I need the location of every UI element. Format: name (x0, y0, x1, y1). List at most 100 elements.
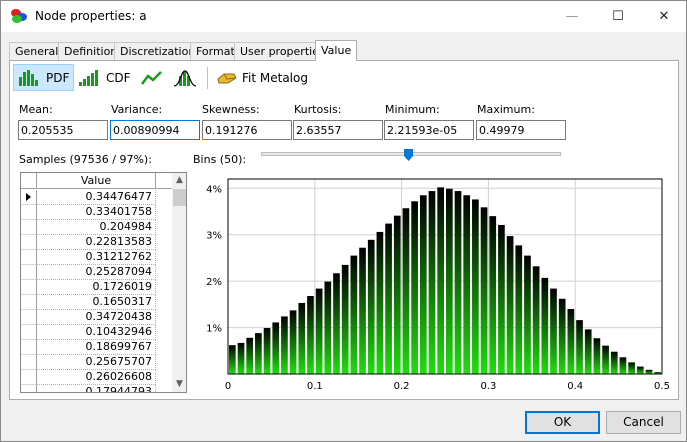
row-header[interactable] (21, 355, 37, 370)
histogram-bar (402, 208, 410, 374)
table-row[interactable]: 0.22813583 (21, 235, 173, 250)
histogram-bar (489, 216, 497, 374)
row-header[interactable] (21, 250, 37, 265)
histogram-bar (385, 223, 392, 374)
bell-curve-icon (173, 69, 197, 87)
histogram-bar (480, 207, 488, 374)
histogram-chart: 1% 2% 3% 4% 0 0.1 0.2 0.3 0.4 0.5 (193, 172, 670, 396)
sample-value-cell[interactable]: 0.22813583 (37, 235, 156, 250)
row-header[interactable] (21, 370, 37, 385)
table-row[interactable]: 0.33401758 (21, 205, 173, 220)
minimum-field[interactable] (384, 120, 474, 140)
pdf-bars-icon (19, 69, 38, 86)
mean-field[interactable] (18, 120, 108, 140)
tab-discretization[interactable]: Discretization (114, 42, 202, 60)
row-header[interactable] (21, 325, 37, 340)
sample-value-cell[interactable]: 0.34476477 (37, 190, 156, 205)
title-bar[interactable]: Node properties: a — ☐ ✕ (1, 1, 686, 32)
minimum-label: Minimum: (385, 103, 440, 116)
row-header[interactable] (21, 385, 37, 392)
samples-grid[interactable]: Value 0.34476477 0.33401758 0.204984 0.2281… (20, 172, 187, 393)
variance-field[interactable] (110, 120, 200, 140)
histogram-bar (341, 264, 349, 374)
pdf-button[interactable]: PDF (13, 64, 75, 91)
histogram-bar (619, 357, 627, 374)
table-row[interactable]: 0.17944793 (21, 385, 173, 392)
sample-value-cell[interactable]: 0.1726019 (37, 280, 156, 295)
sample-value-cell[interactable]: 0.31212762 (37, 250, 156, 265)
table-row[interactable]: 0.204984 (21, 220, 173, 235)
current-row-icon (26, 193, 31, 201)
tab-value[interactable]: Value (315, 40, 358, 61)
mean-label: Mean: (19, 103, 53, 116)
maximum-field[interactable] (476, 120, 566, 140)
table-row[interactable]: 0.34476477 (21, 190, 173, 205)
maximize-button[interactable]: ☐ (595, 1, 641, 32)
y-tick-label: 2% (206, 277, 222, 288)
fit-metalog-label: Fit Metalog (242, 70, 308, 85)
sample-value-cell[interactable]: 0.18699767 (37, 340, 156, 355)
bins-slider-thumb[interactable] (403, 149, 413, 161)
sample-value-cell[interactable]: 0.33401758 (37, 205, 156, 220)
table-row[interactable]: 0.10432946 (21, 325, 173, 340)
table-row[interactable]: 0.25287094 (21, 265, 173, 280)
sample-value-cell[interactable]: 0.10432946 (37, 325, 156, 340)
table-row[interactable]: 0.31212762 (21, 250, 173, 265)
sample-value-cell[interactable]: 0.204984 (37, 220, 156, 235)
bell-curve-button[interactable] (169, 64, 201, 91)
table-row[interactable]: 0.25675707 (21, 355, 173, 370)
sample-value-cell[interactable]: 0.25287094 (37, 265, 156, 280)
cdf-button[interactable]: CDF (74, 64, 135, 91)
histogram-bar (515, 245, 523, 374)
histogram-bar (576, 320, 583, 374)
row-header[interactable] (21, 310, 37, 325)
histogram-bar (246, 337, 254, 374)
scroll-down-icon[interactable]: ▼ (172, 377, 186, 392)
kurtosis-field[interactable] (293, 120, 383, 140)
scroll-thumb[interactable] (173, 189, 186, 206)
table-row[interactable]: 0.18699767 (21, 340, 173, 355)
toolbar-separator (207, 67, 208, 89)
ok-button[interactable]: OK (525, 411, 600, 434)
histogram-bar (359, 247, 366, 374)
y-tick-label: 3% (206, 231, 222, 242)
variance-label: Variance: (111, 103, 163, 116)
sample-value-cell[interactable]: 0.34720438 (37, 310, 156, 325)
samples-scrollbar[interactable]: ▲ ▼ (172, 173, 186, 392)
skewness-field[interactable] (202, 120, 292, 140)
histogram-bar (393, 215, 401, 374)
line-chart-button[interactable] (136, 64, 168, 91)
histogram-bar (446, 188, 453, 374)
table-row[interactable]: 0.1726019 (21, 280, 173, 295)
row-header[interactable] (21, 295, 37, 310)
scroll-up-icon[interactable]: ▲ (172, 173, 186, 188)
y-tick-label: 1% (206, 324, 222, 335)
sample-value-cell[interactable]: 0.25675707 (37, 355, 156, 370)
table-row[interactable]: 0.1650317 (21, 295, 173, 310)
row-header[interactable] (21, 235, 37, 250)
histogram-bar (367, 239, 375, 374)
histogram-bar (636, 366, 644, 374)
close-button[interactable]: ✕ (641, 1, 687, 32)
fit-metalog-button[interactable]: Fit Metalog (212, 64, 312, 91)
row-header[interactable] (21, 190, 37, 205)
histogram-bar (428, 191, 436, 374)
histogram-bar (532, 266, 540, 374)
histogram-bar (645, 369, 653, 374)
table-row[interactable]: 0.34720438 (21, 310, 173, 325)
table-row[interactable]: 0.26026608 (21, 370, 173, 385)
row-header[interactable] (21, 280, 37, 295)
row-header[interactable] (21, 220, 37, 235)
row-header[interactable] (21, 205, 37, 220)
cancel-button[interactable]: Cancel (606, 411, 681, 434)
sample-value-cell[interactable]: 0.17944793 (37, 385, 156, 392)
value-column-header[interactable]: Value (37, 173, 156, 189)
row-header[interactable] (21, 265, 37, 280)
sample-value-cell[interactable]: 0.1650317 (37, 295, 156, 310)
tab-general[interactable]: General (9, 42, 65, 60)
x-tick-label: 0.3 (480, 381, 496, 392)
row-header[interactable] (21, 340, 37, 355)
sample-value-cell[interactable]: 0.26026608 (37, 370, 156, 385)
app-icon (11, 9, 27, 23)
minimize-button[interactable]: — (549, 1, 595, 32)
